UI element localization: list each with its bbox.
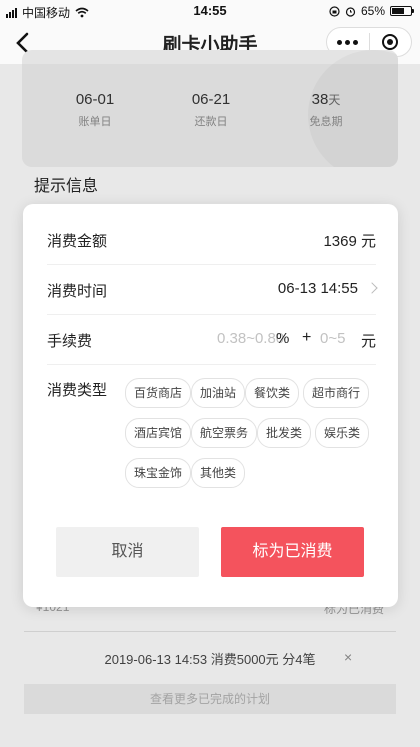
battery-icon: [390, 6, 414, 16]
fee-row: 手续费 0.38~0.80 % + 0~5 元: [47, 314, 376, 365]
type-tag[interactable]: 超市商行: [303, 378, 370, 408]
target-icon: [382, 34, 399, 50]
rotation-lock-icon: [329, 5, 340, 17]
amount-row: 消费金额 1369 元: [47, 214, 376, 265]
time-value[interactable]: 06-13 14:55: [278, 280, 378, 297]
type-tag[interactable]: 酒店宾馆: [125, 418, 192, 448]
type-tag[interactable]: 其他类: [191, 458, 246, 488]
type-tag[interactable]: 批发类: [257, 418, 312, 448]
amount-label: 消费金额: [47, 233, 108, 250]
chevron-right-icon: [366, 282, 378, 294]
mark-consumed-button[interactable]: 标为已消费: [221, 527, 364, 577]
percent-sign: %: [276, 330, 290, 347]
fee-unit: 元: [360, 333, 376, 350]
mark-consumed-dialog: 消费金额 1369 元 消费时间 06-13 14:55 手续费 0.38~0.…: [23, 204, 398, 607]
more-dots-icon: [337, 39, 359, 45]
fee-label: 手续费: [47, 333, 93, 350]
battery-percent: 65%: [360, 4, 385, 18]
alarm-icon: [345, 6, 356, 17]
time-row[interactable]: 消费时间 06-13 14:55: [47, 264, 378, 315]
type-tag[interactable]: 航空票务: [191, 418, 258, 448]
status-bar: 中国移动 14:55 65%: [0, 0, 420, 22]
fee-rate-input[interactable]: 0.38~0.80: [217, 330, 284, 347]
type-tag[interactable]: 百货商店: [125, 378, 192, 408]
amount-value: 1369 元: [323, 233, 376, 250]
type-tag[interactable]: 加油站: [191, 378, 246, 408]
time-label: 消费时间: [47, 283, 108, 300]
fee-fixed-input[interactable]: 0~5: [320, 330, 345, 347]
plus-sign: +: [302, 329, 312, 346]
type-label: 消费类型: [47, 382, 108, 399]
status-right: 65%: [329, 4, 414, 18]
type-tag[interactable]: 餐饮类: [245, 378, 300, 408]
type-tag[interactable]: 珠宝金饰: [125, 458, 192, 488]
type-tag[interactable]: 娱乐类: [315, 418, 370, 448]
cancel-button[interactable]: 取消: [56, 527, 199, 577]
